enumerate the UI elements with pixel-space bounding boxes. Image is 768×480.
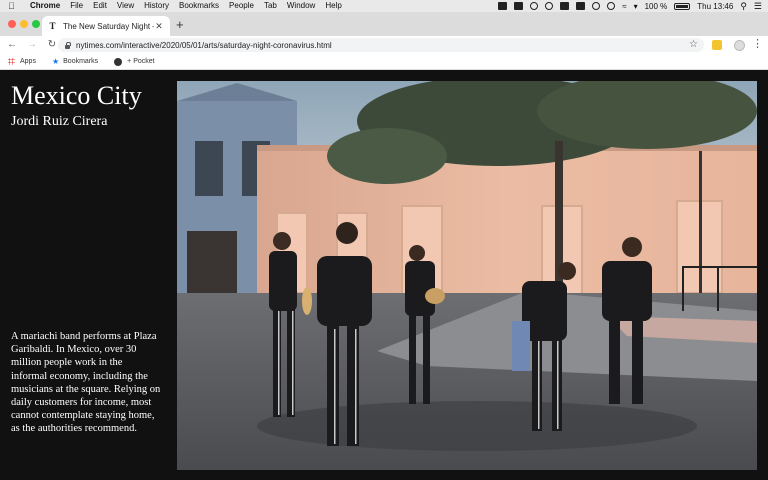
menu-bookmarks[interactable]: Bookmarks <box>179 0 219 12</box>
shield-icon[interactable] <box>576 2 586 10</box>
profile-avatar-icon[interactable] <box>734 40 745 51</box>
pocket-icon <box>114 57 123 66</box>
bookmark-bookmarks-label: Bookmarks <box>63 58 99 65</box>
app-status-icon[interactable] <box>560 2 570 10</box>
creative-cloud-icon[interactable] <box>530 2 539 10</box>
menu-tab[interactable]: Tab <box>264 0 277 12</box>
back-arrow-icon[interactable]: ← <box>6 36 18 54</box>
time-machine-icon[interactable] <box>592 2 601 10</box>
nyt-favicon-icon: T <box>49 20 56 31</box>
battery-icon[interactable] <box>674 2 691 10</box>
volume-icon[interactable]: ▾ <box>634 2 638 11</box>
macos-menubar:  Chrome File Edit View History Bookmark… <box>0 0 768 12</box>
chrome-menu-icon[interactable]: ⋮ <box>752 37 763 51</box>
minimize-window-button[interactable] <box>20 20 28 28</box>
clock[interactable]: Thu 13:46 <box>697 2 733 11</box>
url-text[interactable]: nytimes.com/interactive/2020/05/01/arts/… <box>76 41 332 50</box>
bookmark-apps[interactable]: Apps <box>8 58 36 65</box>
photo-illustration <box>177 81 757 470</box>
close-window-button[interactable] <box>8 20 16 28</box>
menu-history[interactable]: History <box>144 0 169 12</box>
lock-icon[interactable] <box>64 41 71 49</box>
article-photo <box>177 81 757 470</box>
notification-center-icon[interactable]: ☰ <box>754 1 762 12</box>
forward-arrow-icon[interactable]: → <box>26 36 38 54</box>
reload-icon[interactable]: ↻ <box>46 36 58 54</box>
article-page: Mexico City Jordi Ruiz Cirera A mariachi… <box>0 71 768 480</box>
menu-help[interactable]: Help <box>325 0 341 12</box>
bookmark-pocket-label: + Pocket <box>127 58 155 65</box>
menu-window[interactable]: Window <box>287 0 315 12</box>
search-tool-icon[interactable] <box>545 2 554 10</box>
apple-icon[interactable]:  <box>8 0 22 12</box>
browser-toolbar: ← → ↻ nytimes.com/interactive/2020/05/01… <box>0 36 768 54</box>
wifi-icon[interactable]: ≈ <box>622 2 626 11</box>
active-tab[interactable]: T The New Saturday Night – The ✕ <box>42 16 170 36</box>
battery-percent: 100 % <box>644 1 668 11</box>
menu-edit[interactable]: Edit <box>93 0 107 12</box>
bookmarks-bar: Apps ★ Bookmarks + Pocket <box>0 54 768 70</box>
photo-caption: A mariachi band performs at Plaza Gariba… <box>11 331 161 435</box>
spotlight-icon[interactable]: ⚲ <box>740 1 747 12</box>
apps-grid-icon <box>8 58 15 65</box>
extension-icon[interactable] <box>712 40 722 50</box>
dropbox-icon[interactable] <box>514 2 524 10</box>
article-byline: Jordi Ruiz Cirera <box>11 114 108 129</box>
tab-close-icon[interactable]: ✕ <box>154 21 164 32</box>
bookmark-pocket[interactable]: + Pocket <box>114 57 155 66</box>
menu-file[interactable]: File <box>70 0 83 12</box>
new-tab-button[interactable]: + <box>176 17 184 33</box>
tab-title: The New Saturday Night – The <box>63 21 154 31</box>
bookmark-bookmarks[interactable]: ★ Bookmarks <box>52 57 98 66</box>
menu-view[interactable]: View <box>117 0 134 12</box>
evernote-icon[interactable] <box>498 2 508 10</box>
menu-app-name[interactable]: Chrome <box>30 0 60 12</box>
tab-strip: T The New Saturday Night – The ✕ + <box>0 12 768 36</box>
bookmark-star-icon[interactable]: ☆ <box>689 39 698 50</box>
article-headline: Mexico City <box>11 81 142 110</box>
bookmark-star-icon: ★ <box>51 57 60 66</box>
zoom-window-button[interactable] <box>32 20 40 28</box>
menu-people[interactable]: People <box>229 0 254 12</box>
menubar-status-area: ≈ ▾ 100 % Thu 13:46 ⚲ ☰ <box>498 0 762 12</box>
bookmark-apps-label: Apps <box>20 58 36 65</box>
address-bar[interactable]: nytimes.com/interactive/2020/05/01/arts/… <box>58 38 704 52</box>
bluetooth-icon[interactable] <box>607 2 616 10</box>
